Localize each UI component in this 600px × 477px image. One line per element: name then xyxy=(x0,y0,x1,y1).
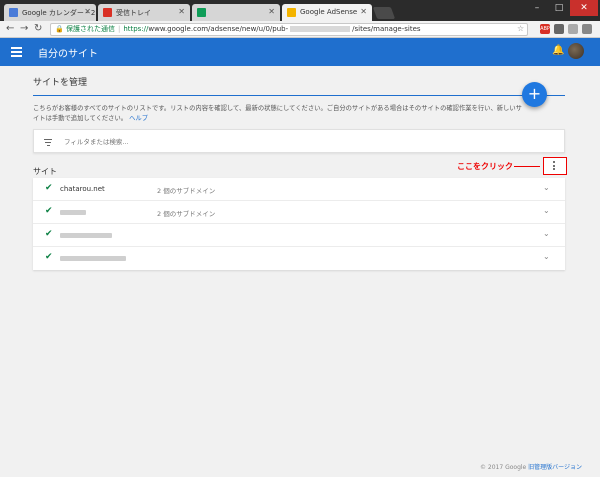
url-host: www.google.com xyxy=(148,25,209,33)
extension-icon[interactable] xyxy=(568,24,578,34)
redacted-site-name xyxy=(60,256,126,261)
tab-title: 受信トレイ xyxy=(116,9,151,17)
check-icon: ✔ xyxy=(45,183,53,193)
bell-icon[interactable]: 🔔 xyxy=(552,45,564,56)
help-link[interactable]: ヘルプ xyxy=(129,115,148,122)
gmail-icon xyxy=(103,8,112,17)
legacy-version-link[interactable]: 旧管理版バージョン xyxy=(528,464,582,471)
bookmark-star-icon[interactable]: ☆ xyxy=(517,24,524,33)
redacted-publisher-id xyxy=(290,26,351,32)
table-row[interactable]: ✔ 2 個のサブドメイン ⌄ xyxy=(33,201,565,224)
window-controls: – □ ✕ xyxy=(526,0,598,18)
page-title: 自分のサイト xyxy=(38,49,98,60)
chevron-down-icon[interactable]: ⌄ xyxy=(543,206,550,215)
menu-icon[interactable] xyxy=(582,24,592,34)
divider xyxy=(33,95,565,96)
site-name: chatarou.net xyxy=(60,185,105,193)
redacted-site-name xyxy=(60,233,112,238)
lock-icon: 🔒 xyxy=(55,25,64,33)
check-icon: ✔ xyxy=(45,206,53,216)
table-row[interactable]: ✔ chatarou.net 2 個のサブドメイン ⌄ xyxy=(33,178,565,201)
tab-strip: Google カレンダー - 2 ✕ 受信トレイ ✕ ✕ Google AdSe… xyxy=(0,0,600,21)
minimize-button[interactable]: – xyxy=(526,0,548,16)
tab-sheets[interactable]: ✕ xyxy=(192,4,280,21)
browser-toolbar: ← → ↻ 🔒 保護された通信 | https://www.google.com/a… xyxy=(0,21,600,38)
adsense-icon xyxy=(287,8,296,17)
table-row[interactable]: ✔ ⌄ xyxy=(33,224,565,247)
tab-adsense[interactable]: Google AdSense ✕ xyxy=(282,4,372,21)
card-title: サイトを管理 xyxy=(33,78,88,88)
subdomain-count: 2 個のサブドメイン xyxy=(157,187,216,195)
new-tab-button[interactable] xyxy=(372,7,396,19)
calendar-icon xyxy=(9,8,18,17)
adblock-icon[interactable]: ABP xyxy=(540,24,550,34)
adsense-app: 自分のサイト 🔔 サイトを管理 + こちらがお客様のすべてのサイトのリストです。… xyxy=(0,38,600,477)
more-vert-icon xyxy=(553,161,556,172)
back-icon[interactable]: ← xyxy=(6,23,14,34)
footer-copyright: © 2017 Google xyxy=(480,464,527,471)
table-row[interactable]: ✔ ⌄ xyxy=(33,247,565,270)
address-bar[interactable]: 🔒 保護された通信 | https://www.google.com/adsense… xyxy=(50,23,528,36)
filter-input[interactable] xyxy=(64,136,464,148)
redacted-site-name xyxy=(60,210,86,215)
close-icon[interactable]: ✕ xyxy=(268,7,275,16)
card-header: サイトを管理 xyxy=(33,70,565,88)
footer: © 2017 Google 旧管理版バージョン xyxy=(480,462,582,471)
chevron-down-icon[interactable]: ⌄ xyxy=(543,183,550,192)
url-scheme: https:// xyxy=(123,25,149,33)
tab-calendar[interactable]: Google カレンダー - 2 ✕ xyxy=(4,4,96,21)
extension-icon[interactable] xyxy=(554,24,564,34)
secure-label: 保護された通信 xyxy=(65,25,115,33)
forward-icon[interactable]: → xyxy=(20,23,28,34)
maximize-button[interactable]: □ xyxy=(548,0,570,16)
app-header: 自分のサイト 🔔 xyxy=(0,38,600,66)
chevron-down-icon[interactable]: ⌄ xyxy=(543,229,550,238)
filter-bar xyxy=(33,129,565,153)
close-icon[interactable]: ✕ xyxy=(84,7,91,16)
sites-table: ✔ chatarou.net 2 個のサブドメイン ⌄ ✔ 2 個のサブドメイン… xyxy=(33,178,565,270)
tab-inbox[interactable]: 受信トレイ ✕ xyxy=(98,4,190,21)
annotation-label: ここをクリック xyxy=(457,162,513,171)
filter-icon[interactable] xyxy=(44,139,52,148)
annotation-arrow xyxy=(514,166,540,167)
more-options-button[interactable] xyxy=(543,157,567,175)
close-icon[interactable]: ✕ xyxy=(360,7,367,16)
close-icon[interactable]: ✕ xyxy=(178,7,185,16)
sheets-icon xyxy=(197,8,206,17)
description: こちらがお客様のすべてのサイトのリストです。リストの内容を確認して、最新の状態に… xyxy=(33,104,528,124)
subdomain-count: 2 個のサブドメイン xyxy=(157,210,216,218)
check-icon: ✔ xyxy=(45,229,53,239)
description-text: こちらがお客様のすべてのサイトのリストです。リストの内容を確認して、最新の状態に… xyxy=(33,105,522,122)
url-path-end: /sites/manage-sites xyxy=(352,25,421,33)
tab-title: Google AdSense xyxy=(300,8,358,16)
chevron-down-icon[interactable]: ⌄ xyxy=(543,252,550,261)
menu-icon[interactable] xyxy=(11,47,22,57)
reload-icon[interactable]: ↻ xyxy=(34,23,42,34)
url-path-start: /adsense/new/u/0/pub- xyxy=(208,25,289,33)
close-window-button[interactable]: ✕ xyxy=(570,0,598,16)
extension-icons: ABP xyxy=(540,24,592,34)
avatar[interactable] xyxy=(568,43,584,59)
sites-heading: サイト xyxy=(33,167,57,176)
check-icon: ✔ xyxy=(45,252,53,262)
